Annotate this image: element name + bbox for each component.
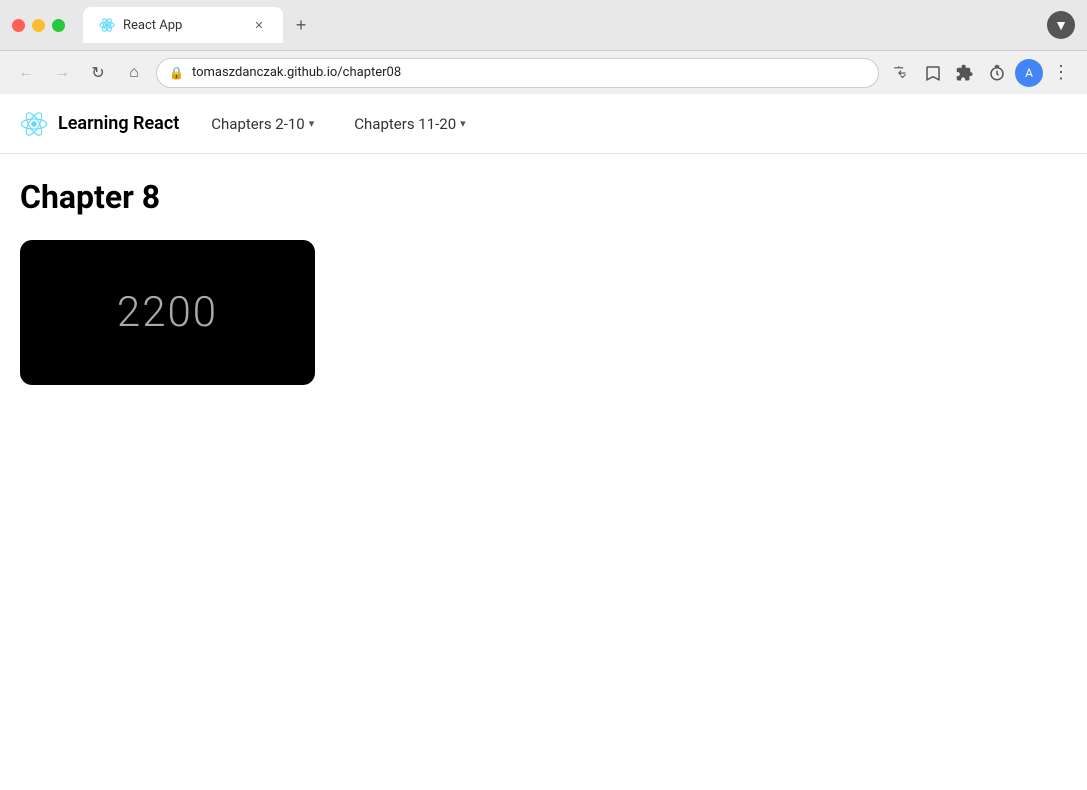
lock-icon: 🔒	[169, 66, 184, 80]
react-tab-icon	[99, 17, 115, 33]
chapters-11-20-dropdown-arrow: ▾	[460, 117, 466, 130]
tab-bar: React App ✕ +	[75, 7, 1037, 43]
toolbar-icons: A ⋮	[887, 59, 1075, 87]
chrome-menu-button[interactable]: ⋮	[1047, 59, 1075, 87]
back-button[interactable]: ←	[12, 59, 40, 87]
timer-icon	[988, 64, 1006, 82]
minimize-button[interactable]	[32, 19, 45, 32]
extension-icon-btn[interactable]	[951, 59, 979, 87]
extensions-icon	[956, 64, 974, 82]
react-logo-icon	[20, 110, 48, 138]
tab-title: React App	[123, 18, 243, 33]
nav-chapters-2-10[interactable]: Chapters 2-10 ▾	[203, 111, 322, 137]
address-input[interactable]: 🔒 tomaszdanczak.github.io/chapter08	[156, 58, 879, 88]
window-controls	[12, 19, 65, 32]
page-content: Learning React Chapters 2-10 ▾ Chapters …	[0, 94, 1087, 754]
nav-chapters-11-20[interactable]: Chapters 11-20 ▾	[346, 111, 473, 137]
title-bar: React App ✕ + ▼	[0, 0, 1087, 50]
main-content: Chapter 8 2200	[0, 154, 1087, 409]
number-card: 2200	[20, 240, 315, 385]
browser-chrome: React App ✕ + ▼ ← → ↻ ⌂ 🔒 tomaszdanczak.…	[0, 0, 1087, 94]
maximize-button[interactable]	[52, 19, 65, 32]
brand-name: Learning React	[58, 113, 179, 134]
translate-icon-btn[interactable]	[887, 59, 915, 87]
bookmark-icon-btn[interactable]	[919, 59, 947, 87]
profile-avatar[interactable]: A	[1015, 59, 1043, 87]
new-tab-button[interactable]: +	[287, 11, 315, 39]
reload-button[interactable]: ↻	[84, 59, 112, 87]
nav-chapters-2-10-label: Chapters 2-10	[211, 115, 304, 133]
home-button[interactable]: ⌂	[120, 59, 148, 87]
tab-favicon	[99, 17, 115, 33]
card-number-display: 2200	[117, 288, 218, 337]
active-tab[interactable]: React App ✕	[83, 7, 283, 43]
bookmark-icon	[924, 64, 942, 82]
brand-link[interactable]: Learning React	[20, 110, 179, 138]
browser-menu-icon: ▼	[1047, 11, 1075, 39]
navbar: Learning React Chapters 2-10 ▾ Chapters …	[0, 94, 1087, 154]
translate-icon	[892, 64, 910, 82]
address-bar: ← → ↻ ⌂ 🔒 tomaszdanczak.github.io/chapte…	[0, 50, 1087, 94]
chapters-2-10-dropdown-arrow: ▾	[309, 117, 315, 130]
tab-close-button[interactable]: ✕	[251, 17, 267, 33]
url-text: tomaszdanczak.github.io/chapter08	[192, 65, 866, 80]
profile-initial: A	[1025, 66, 1033, 80]
nav-chapters-11-20-label: Chapters 11-20	[354, 115, 456, 133]
forward-button[interactable]: →	[48, 59, 76, 87]
close-button[interactable]	[12, 19, 25, 32]
timer-icon-btn[interactable]	[983, 59, 1011, 87]
chapter-title: Chapter 8	[20, 178, 1067, 216]
